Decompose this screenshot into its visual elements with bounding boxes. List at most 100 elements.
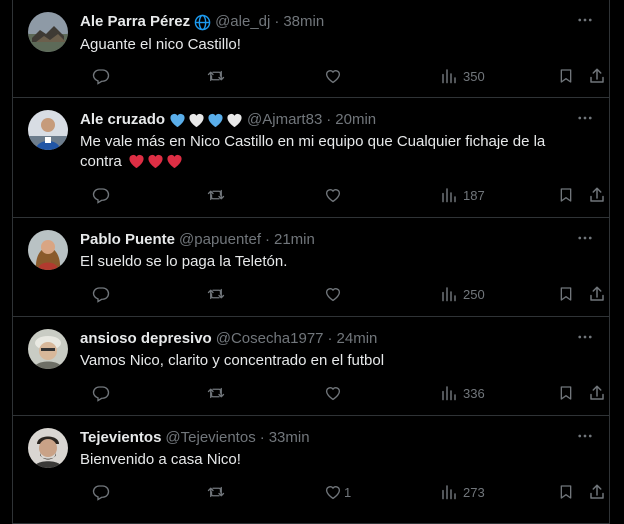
views-button[interactable]: 336 [441,385,485,401]
views-icon [442,69,456,84]
white-heart-icon [189,113,204,128]
retweet-icon [207,387,225,399]
share-button[interactable] [588,285,606,303]
action-bar: 187 [80,185,604,205]
more-icon[interactable] [575,228,595,248]
reply-icon [92,69,110,85]
tweet-reply[interactable]: Tejevientos @Tejevientos · 33min Bienven… [13,416,609,524]
avatar[interactable] [28,428,68,468]
display-name[interactable]: Ale Parra Pérez [80,12,190,32]
display-name[interactable]: Pablo Puente [80,230,175,250]
bookmark-button[interactable] [558,67,574,85]
user-handle[interactable]: @Ajmart83 [247,110,322,130]
share-button[interactable] [588,67,606,85]
user-handle[interactable]: @Cosecha1977 [216,329,324,349]
share-icon [590,385,604,400]
views-button[interactable]: 350 [441,68,485,84]
retweet-icon [207,486,225,498]
heart-icon [325,189,341,203]
views-icon [442,188,456,203]
separator-dot: · [274,13,280,30]
share-button[interactable] [588,483,606,501]
more-icon[interactable] [575,108,595,128]
bookmark-button[interactable] [558,483,574,501]
reply-button[interactable] [92,285,110,303]
action-bar: 1 273 [80,482,604,502]
bookmark-icon [560,188,572,202]
bookmark-button[interactable] [558,186,574,204]
like-button[interactable] [324,285,348,303]
avatar[interactable] [28,329,68,369]
share-button[interactable] [588,384,606,402]
share-icon [590,187,604,202]
red-heart-icon [148,154,163,169]
tweet-reply[interactable]: ansioso depresivo @Cosecha1977 · 24min V… [13,317,609,416]
like-button[interactable] [324,67,348,85]
reply-button[interactable] [92,186,110,204]
retweet-icon [207,189,225,201]
retweet-icon [207,70,225,82]
timestamp[interactable]: 38min [283,12,324,32]
more-icon[interactable] [575,426,595,446]
retweet-button[interactable] [206,483,226,501]
user-handle[interactable]: @papuentef [179,230,261,250]
user-handle[interactable]: @ale_dj [215,12,270,32]
share-button[interactable] [588,186,606,204]
timestamp[interactable]: 21min [274,230,315,250]
tweet-reply[interactable]: Ale Parra Pérez @ale_dj · 38min Aguante … [13,0,609,98]
tweet-reply[interactable]: Ale cruzado @Ajmart83 · 20min Me vale má… [13,98,609,218]
reply-button[interactable] [92,67,110,85]
retweet-button[interactable] [206,67,226,85]
like-button[interactable] [324,186,348,204]
user-handle[interactable]: @Tejevientos [165,428,255,448]
timestamp[interactable]: 33min [269,428,310,448]
share-icon [590,484,604,499]
name-emoji-hearts [169,112,243,128]
like-button[interactable] [324,384,348,402]
like-button[interactable]: 1 [324,483,351,501]
tweet-text: El sueldo se lo paga la Teletón. [80,253,288,270]
timestamp[interactable]: 24min [337,329,378,349]
bookmark-icon [560,386,572,400]
bookmark-button[interactable] [558,384,574,402]
reply-icon [92,386,110,402]
avatar[interactable] [28,12,68,52]
heart-icon [325,288,341,302]
view-count: 250 [463,286,485,302]
display-name[interactable]: Ale cruzado [80,110,165,130]
separator-dot: · [265,231,270,248]
reply-icon [92,188,110,204]
views-button[interactable]: 187 [441,187,485,203]
action-bar: 336 [80,383,604,403]
views-button[interactable]: 273 [441,484,485,500]
bookmark-button[interactable] [558,285,574,303]
retweet-button[interactable] [206,285,226,303]
tweet-header: Ale Parra Pérez @ale_dj · 38min [80,12,569,32]
display-name[interactable]: ansioso depresivo [80,329,212,349]
reply-button[interactable] [92,483,110,501]
views-icon [442,386,456,401]
red-heart-icon [129,154,144,169]
like-count: 1 [344,484,352,500]
blue-heart-icon [208,113,223,128]
replies-feed: Ale Parra Pérez @ale_dj · 38min Aguante … [12,0,610,524]
heart-icon [325,387,341,401]
retweet-button[interactable] [206,384,226,402]
reply-button[interactable] [92,384,110,402]
blue-heart-icon [170,113,185,128]
display-name[interactable]: Tejevientos [80,428,161,448]
heart-icon [325,486,341,500]
avatar[interactable] [28,110,68,150]
more-icon[interactable] [575,10,595,30]
white-heart-icon [227,113,242,128]
action-bar: 250 [80,284,604,304]
views-button[interactable]: 250 [441,286,485,302]
red-hearts-emoji [128,153,183,169]
tweet-reply[interactable]: Pablo Puente @papuentef · 21min El sueld… [13,218,609,317]
avatar[interactable] [28,230,68,270]
tweet-text: Bienvenido a casa Nico! [80,451,241,468]
tweet-header: Pablo Puente @papuentef · 21min [80,230,569,250]
timestamp[interactable]: 20min [335,110,376,130]
retweet-button[interactable] [206,186,226,204]
more-icon[interactable] [575,327,595,347]
